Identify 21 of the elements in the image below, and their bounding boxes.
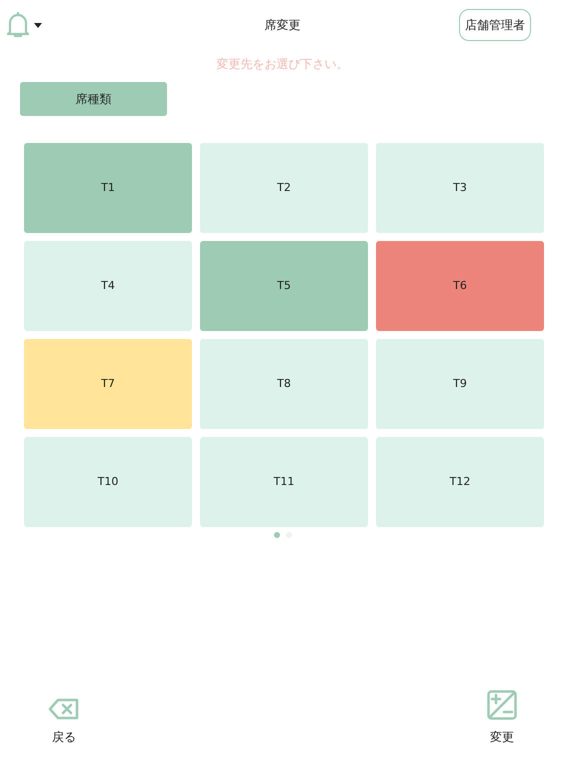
table-tile[interactable]: T1 xyxy=(24,143,192,233)
table-tile[interactable]: T2 xyxy=(200,143,368,233)
table-tile[interactable]: T8 xyxy=(200,339,368,429)
backspace-icon xyxy=(48,698,80,720)
table-tile[interactable]: T11 xyxy=(200,437,368,527)
table-tile[interactable]: T7 xyxy=(24,339,192,429)
seat-type-button[interactable]: 席種類 xyxy=(20,82,167,116)
caret-icon[interactable] xyxy=(34,22,42,28)
change-button[interactable]: 変更 xyxy=(487,690,517,746)
table-tile[interactable]: T12 xyxy=(376,437,544,527)
back-button[interactable]: 戻る xyxy=(48,698,80,746)
table-tile[interactable]: T4 xyxy=(24,241,192,331)
user-button[interactable]: 店舗管理者 xyxy=(459,9,531,41)
table-tile[interactable]: T6 xyxy=(376,241,544,331)
table-tile[interactable]: T9 xyxy=(376,339,544,429)
plus-minus-icon xyxy=(487,690,517,720)
page-title: 席変更 xyxy=(264,17,300,34)
table-tile[interactable]: T10 xyxy=(24,437,192,527)
table-tile[interactable]: T5 xyxy=(200,241,368,331)
table-tile[interactable]: T3 xyxy=(376,143,544,233)
instruction-text: 変更先をお選び下さい。 xyxy=(216,56,348,73)
